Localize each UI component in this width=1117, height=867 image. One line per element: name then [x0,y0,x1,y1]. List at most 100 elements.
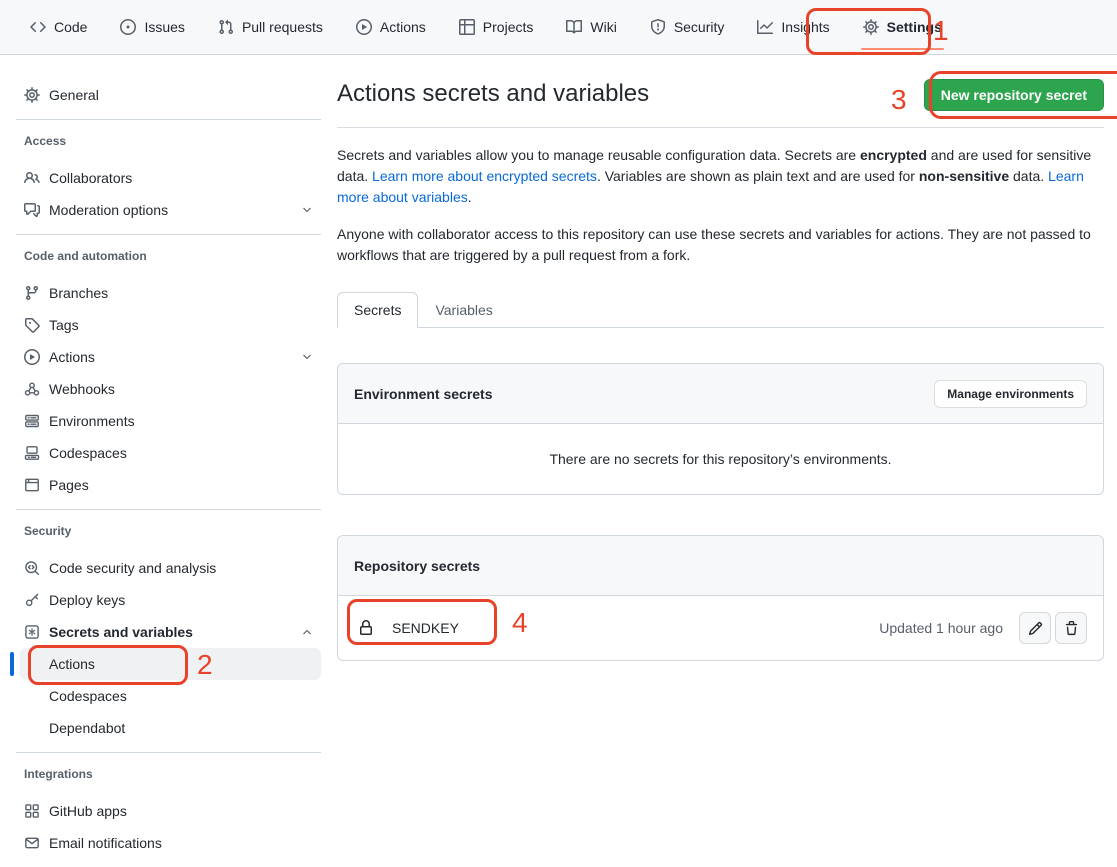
nav-tab-settings[interactable]: Settings [855,0,950,54]
description-paragraph-2: Anyone with collaborator access to this … [337,224,1093,266]
codescan-icon [24,560,40,576]
manage-environments-button[interactable]: Manage environments [934,380,1087,408]
trash-icon [1064,621,1079,636]
nav-tab-actions[interactable]: Actions [348,0,434,54]
nav-tab-label: Wiki [590,19,616,35]
page-title: Actions secrets and variables [337,79,649,109]
table-icon [459,19,475,35]
sidebar-item-collaborators[interactable]: Collaborators [16,162,321,194]
nav-tab-label: Security [674,19,725,35]
delete-secret-button[interactable] [1055,612,1087,644]
sidebar-item-label: Webhooks [49,381,115,397]
sidebar-item-label: Tags [49,317,79,333]
sidebar-item-general[interactable]: General [16,79,321,111]
nav-tab-label: Actions [380,19,426,35]
codespaces-icon [24,445,40,461]
sidebar-item-deploy-keys[interactable]: Deploy keys [16,584,321,616]
nav-tab-projects[interactable]: Projects [451,0,542,54]
sidebar-divider [16,509,321,510]
nav-tab-pull-requests[interactable]: Pull requests [210,0,331,54]
gear-icon [863,19,879,35]
description-bold-non-sensitive: non-sensitive [919,168,1009,184]
nav-tab-code[interactable]: Code [22,0,95,54]
sidebar-section-title-integrations: Integrations [24,767,337,781]
sidebar-subitem-label: Dependabot [49,720,125,736]
sidebar-item-tags[interactable]: Tags [16,309,321,341]
nav-tab-insights[interactable]: Insights [749,0,837,54]
chevron-down-icon [301,351,313,363]
sidebar-subitem-dependabot[interactable]: Dependabot [20,712,321,744]
main-content: Actions secrets and variables New reposi… [337,55,1104,661]
graph-icon [757,19,773,35]
secrets-variables-tabnav: Secrets Variables [337,292,1104,328]
new-repository-secret-button[interactable]: New repository secret [924,79,1104,111]
edit-secret-button[interactable] [1019,612,1051,644]
sidebar-item-branches[interactable]: Branches [16,277,321,309]
sidebar-item-environments[interactable]: Environments [16,405,321,437]
comment-discussion-icon [24,202,40,218]
description-bold-encrypted: encrypted [860,147,927,163]
sidebar-item-label: Pages [49,477,89,493]
nav-tab-label: Settings [887,19,942,35]
sidebar-item-pages[interactable]: Pages [16,469,321,501]
secret-name: SENDKEY [392,620,459,636]
sidebar-subitem-actions[interactable]: Actions [20,648,321,680]
sidebar-item-email-notifications[interactable]: Email notifications [16,827,321,859]
tag-icon [24,317,40,333]
nav-tab-wiki[interactable]: Wiki [558,0,624,54]
code-icon [30,19,46,35]
nav-tab-label: Code [54,19,87,35]
tab-secrets[interactable]: Secrets [337,292,418,328]
description-text: Secrets and variables allow you to manag… [337,147,860,163]
nav-tab-issues[interactable]: Issues [112,0,192,54]
secret-row: SENDKEY Updated 1 hour ago [338,596,1103,660]
sidebar-item-actions[interactable]: Actions [16,341,321,373]
environment-secrets-empty-message: There are no secrets for this repository… [338,424,1103,494]
environment-secrets-title: Environment secrets [354,386,493,402]
sidebar-item-label: Email notifications [49,835,162,851]
issue-opened-icon [120,19,136,35]
repository-secrets-header: Repository secrets [338,536,1103,596]
sidebar-item-codespaces[interactable]: Codespaces [16,437,321,469]
active-indicator-bar [10,652,14,676]
sidebar-item-moderation-options[interactable]: Moderation options [16,194,321,226]
sidebar-item-github-apps[interactable]: GitHub apps [16,795,321,827]
nav-tab-label: Insights [781,19,829,35]
repo-tab-nav: Code Issues Pull requests Actions Projec… [0,0,1117,55]
description-text: . [468,189,472,205]
sidebar-subitem-codespaces[interactable]: Codespaces [20,680,321,712]
sidebar-item-label: Actions [49,349,95,365]
description-paragraph-1: Secrets and variables allow you to manag… [337,145,1093,208]
sidebar-divider [16,119,321,120]
sidebar-item-label: Moderation options [49,202,168,218]
repo-tab-nav-list: Code Issues Pull requests Actions Projec… [22,0,950,54]
git-pull-request-icon [218,19,234,35]
sidebar-divider [16,752,321,753]
sidebar-item-label: Secrets and variables [49,624,193,640]
learn-more-encrypted-secrets-link[interactable]: Learn more about encrypted secrets [372,168,597,184]
browser-icon [24,477,40,493]
webhook-icon [24,381,40,397]
gear-icon [24,87,40,103]
sidebar-item-secrets-and-variables[interactable]: Secrets and variables [16,616,321,648]
chevron-down-icon [301,204,313,216]
chevron-up-icon [301,626,313,638]
sidebar-item-code-security[interactable]: Code security and analysis [16,552,321,584]
nav-tab-security[interactable]: Security [642,0,733,54]
nav-tab-label: Issues [144,19,184,35]
tab-variables[interactable]: Variables [418,292,509,328]
sidebar-item-label: General [49,87,99,103]
environment-secrets-box: Environment secrets Manage environments … [337,363,1104,495]
people-icon [24,170,40,186]
mail-icon [24,835,40,851]
sidebar-item-webhooks[interactable]: Webhooks [16,373,321,405]
sidebar-subitem-label: Codespaces [49,688,127,704]
secret-updated-timestamp: Updated 1 hour ago [879,620,1003,636]
repository-secrets-box: Repository secrets SENDKEY Updated 1 hou… [337,535,1104,661]
repository-secrets-title: Repository secrets [354,558,480,574]
server-icon [24,413,40,429]
pencil-icon [1028,621,1043,636]
sidebar-section-title-security: Security [24,524,337,538]
sidebar-item-label: Collaborators [49,170,132,186]
sidebar-item-label: Code security and analysis [49,560,216,576]
